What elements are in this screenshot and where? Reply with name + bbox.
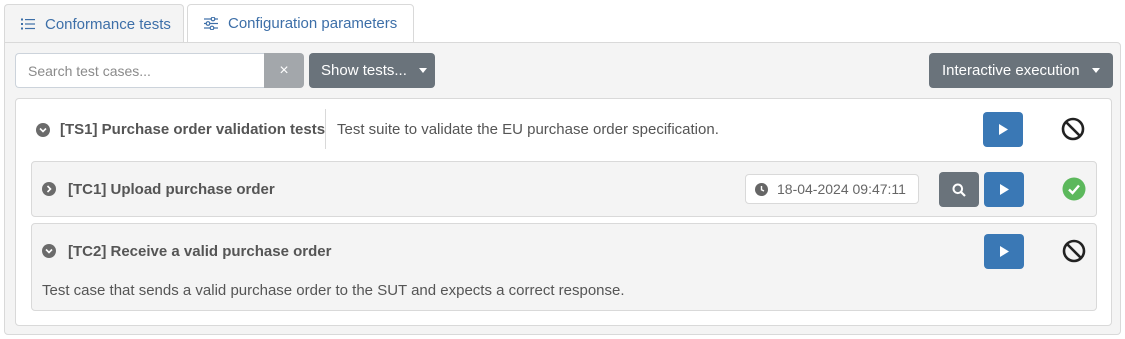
test-suite-title: [TS1] Purchase order validation tests <box>60 121 326 138</box>
run-suite-button[interactable] <box>983 112 1023 147</box>
timestamp-text: 18-04-2024 09:47:11 <box>777 181 906 197</box>
close-icon: × <box>279 61 289 79</box>
chevron-down-icon[interactable] <box>42 244 56 258</box>
tab-label: Conformance tests <box>45 15 171 33</box>
show-tests-label: Show tests... <box>321 62 407 79</box>
tab-configuration-parameters[interactable]: Configuration parameters <box>187 4 414 43</box>
test-case-description: Test case that sends a valid purchase or… <box>42 282 625 299</box>
interactive-execution-label: Interactive execution <box>942 62 1080 79</box>
test-case-row[interactable]: [TC1] Upload purchase order 18-04-2024 0… <box>31 161 1097 217</box>
test-case-row[interactable]: [TC2] Receive a valid purchase order Tes… <box>31 223 1097 311</box>
chevron-down-icon[interactable] <box>36 123 50 137</box>
run-test-case-button[interactable] <box>984 234 1024 269</box>
search-group: × <box>15 53 304 88</box>
test-suite-header[interactable]: [TS1] Purchase order validation tests Te… <box>16 99 1111 159</box>
divider <box>325 109 326 149</box>
sliders-icon <box>204 17 218 31</box>
show-tests-dropdown[interactable]: Show tests... <box>309 53 435 88</box>
conformance-tests-panel: × Show tests... Interactive execution [T… <box>4 42 1121 335</box>
success-status-icon <box>1061 176 1087 202</box>
view-result-button[interactable] <box>939 172 979 207</box>
test-case-title: [TC1] Upload purchase order <box>68 181 275 198</box>
search-icon <box>952 183 966 197</box>
execution-timestamp: 18-04-2024 09:47:11 <box>745 174 919 204</box>
play-icon <box>998 124 1008 135</box>
chevron-right-icon[interactable] <box>42 182 56 196</box>
caret-down-icon <box>1091 68 1100 73</box>
not-run-status-icon <box>1061 238 1087 264</box>
caret-down-icon <box>418 68 427 73</box>
play-icon <box>999 184 1009 195</box>
tab-label: Configuration parameters <box>228 15 398 32</box>
clock-icon <box>755 182 768 196</box>
not-run-status-icon <box>1060 116 1086 142</box>
test-suite: [TS1] Purchase order validation tests Te… <box>15 98 1112 326</box>
test-suite-description: Test suite to validate the EU purchase o… <box>337 121 719 138</box>
play-icon <box>999 246 1009 257</box>
run-test-case-button[interactable] <box>984 172 1024 207</box>
search-input[interactable] <box>15 53 264 88</box>
tab-conformance-tests[interactable]: Conformance tests <box>4 4 184 43</box>
test-case-title: [TC2] Receive a valid purchase order <box>68 243 332 260</box>
list-icon <box>21 17 35 31</box>
interactive-execution-dropdown[interactable]: Interactive execution <box>929 53 1113 88</box>
clear-search-button[interactable]: × <box>264 53 304 88</box>
